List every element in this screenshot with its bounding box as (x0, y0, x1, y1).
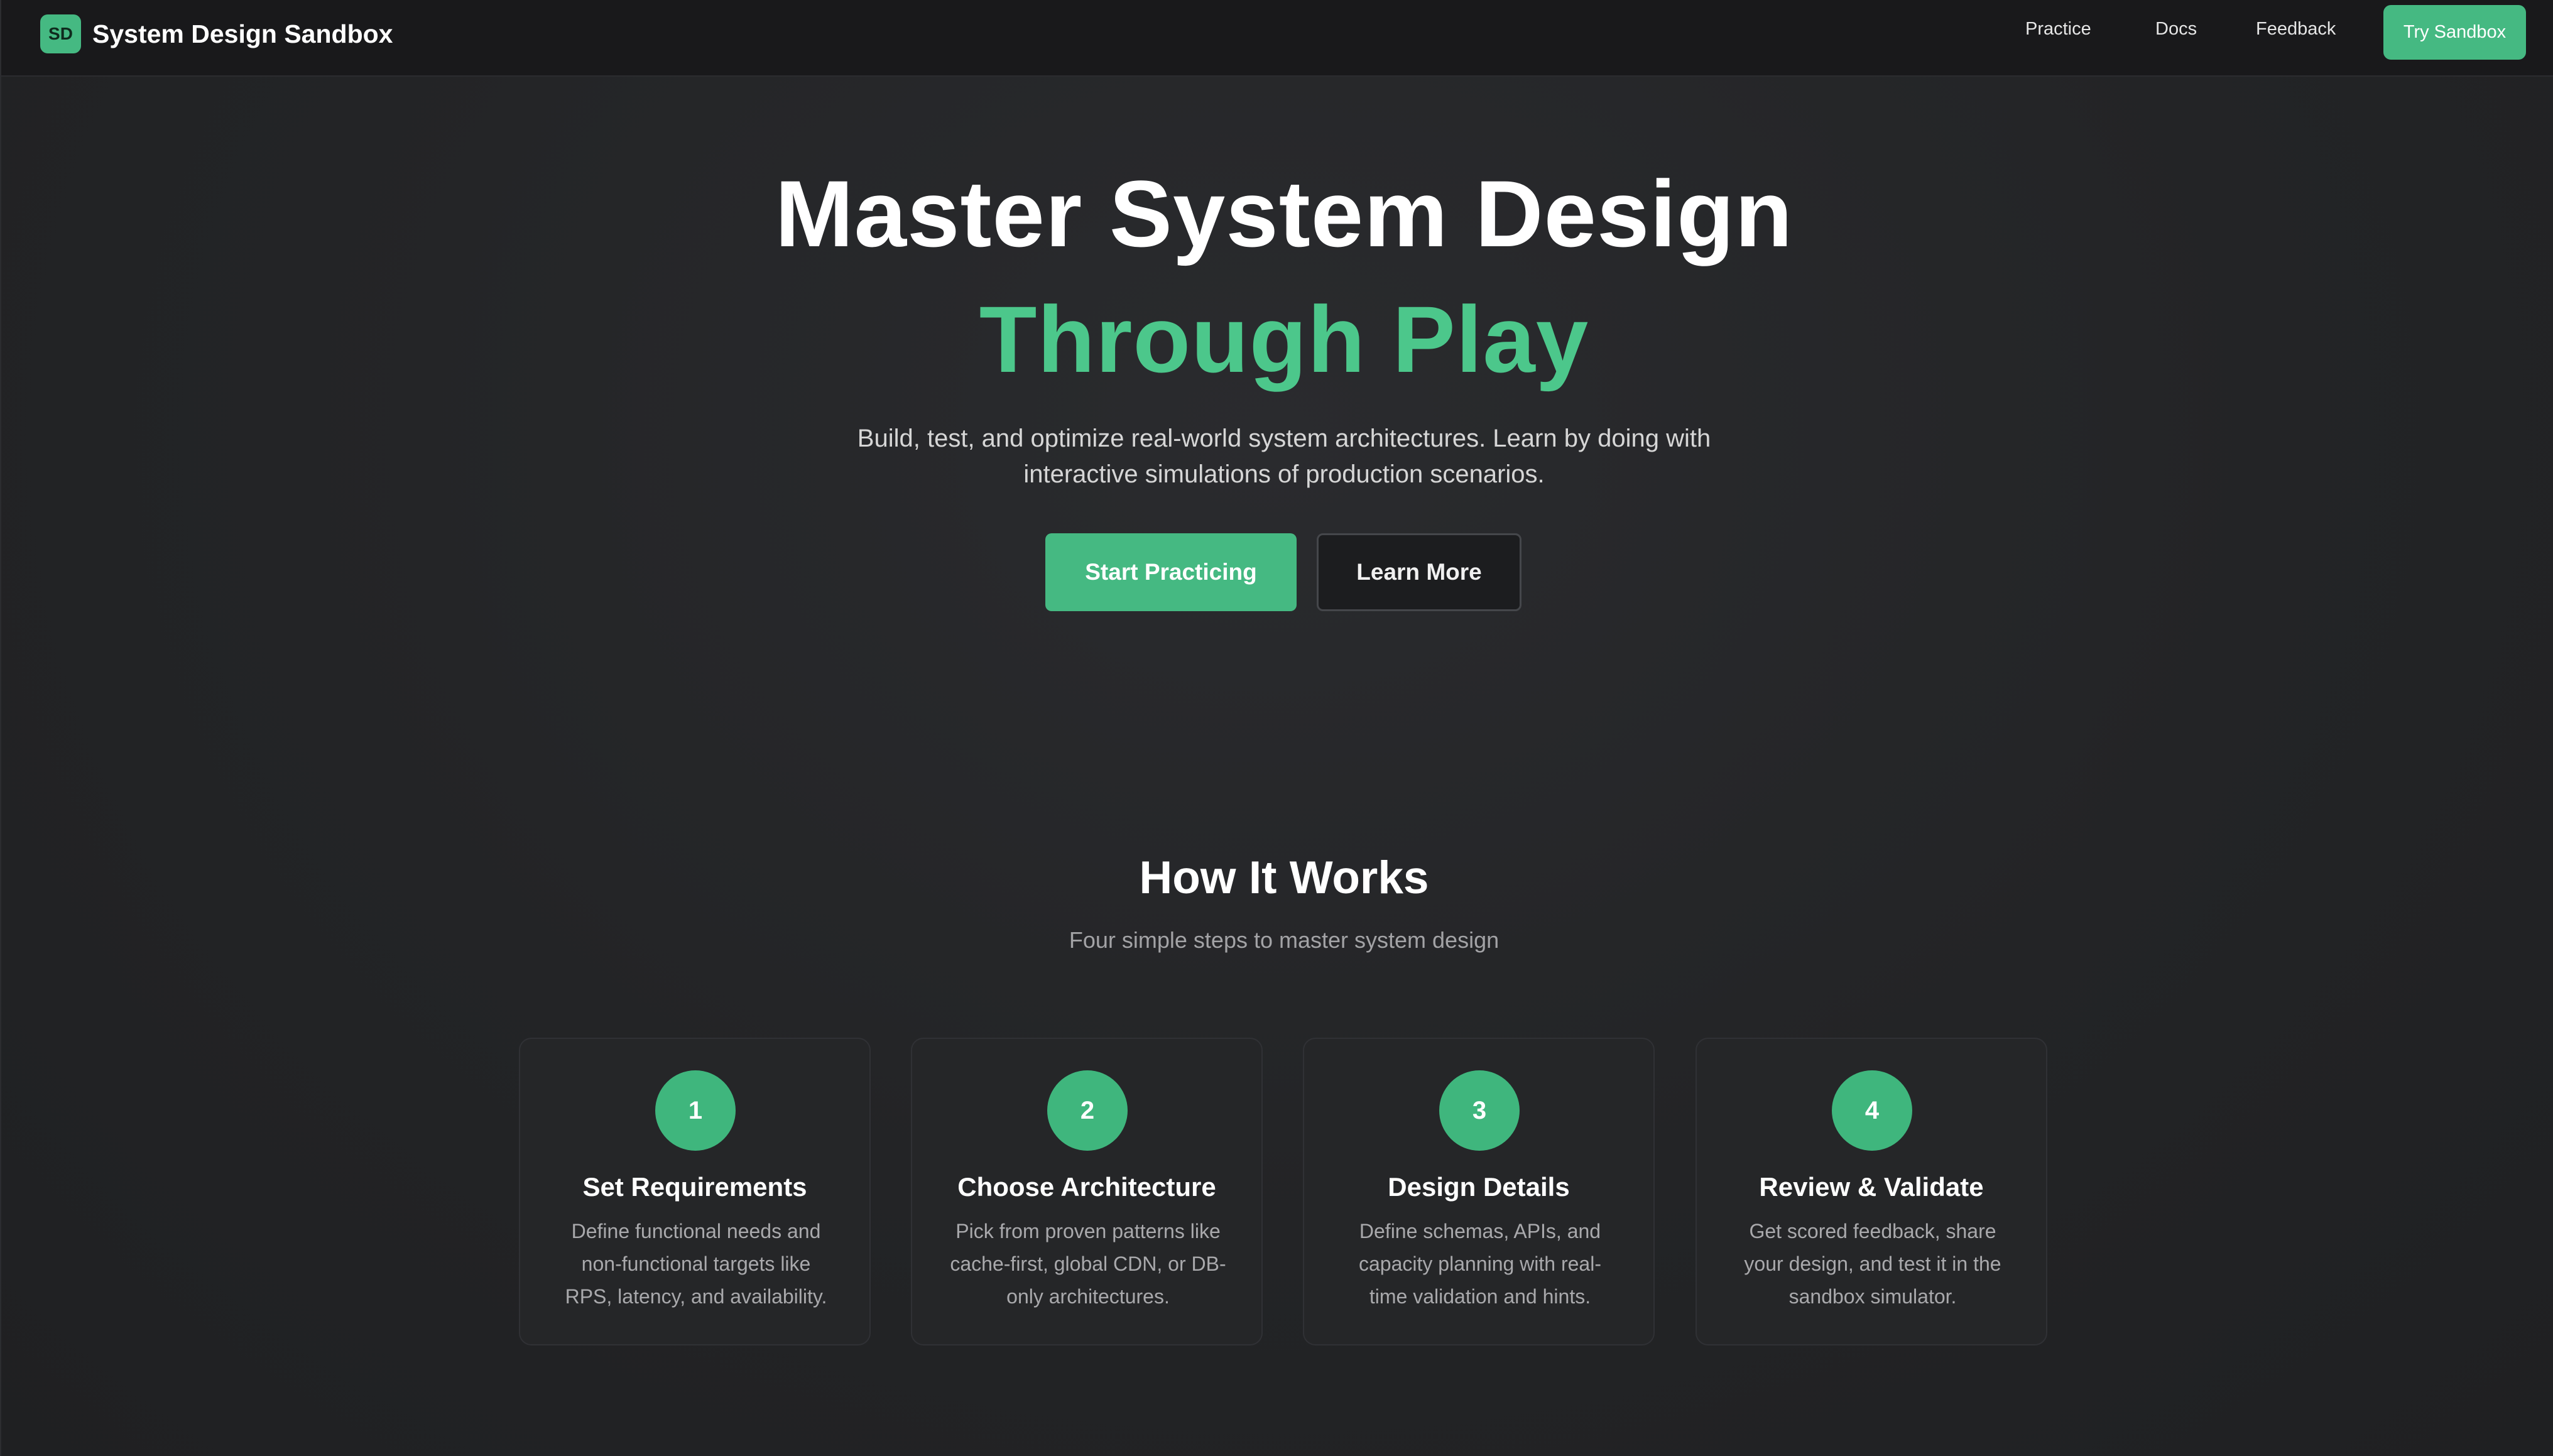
step-description-line: Define functional needs and (571, 1220, 821, 1242)
try-sandbox-button[interactable]: Try Sandbox (2383, 5, 2526, 60)
hero-title-line1: Master System Design (775, 161, 1794, 266)
step-description: Get scored feedback, share your design, … (1728, 1215, 2017, 1313)
step-description: Pick from proven patterns like cache-fir… (944, 1215, 1233, 1313)
logo-badge[interactable]: SD (40, 14, 81, 53)
step-card-2: 2 Choose Architecture Pick from proven p… (911, 1038, 1263, 1345)
step-title: Choose Architecture (957, 1172, 1216, 1202)
brand-name[interactable]: System Design Sandbox (92, 16, 393, 52)
step-card-1: 1 Set Requirements Define functional nee… (519, 1038, 871, 1345)
step-description-line: cache-first, global CDN, or DB- (950, 1252, 1226, 1275)
step-description-line: time validation and hints. (1369, 1285, 1591, 1308)
step-number-badge: 2 (1047, 1070, 1128, 1151)
hero-subtitle-line2: interactive simulations of production sc… (1023, 460, 1545, 488)
start-practicing-button[interactable]: Start Practicing (1045, 533, 1297, 611)
step-description-line: only architectures. (1006, 1285, 1170, 1308)
step-card-3: 3 Design Details Define schemas, APIs, a… (1303, 1038, 1655, 1345)
step-description-line: non-functional targets like (581, 1252, 811, 1275)
section-title: How It Works (1139, 852, 1429, 903)
top-nav: SD System Design Sandbox Practice Docs F… (1, 0, 2553, 77)
hero-subtitle-line1: Build, test, and optimize real-world sys… (857, 425, 1711, 452)
step-description-line: RPS, latency, and availability. (565, 1285, 827, 1308)
step-description-line: sandbox simulator. (1788, 1285, 1957, 1308)
nav-link-docs[interactable]: Docs (2155, 16, 2197, 41)
step-description-line: capacity planning with real- (1359, 1252, 1601, 1275)
step-description: Define schemas, APIs, and capacity plann… (1336, 1215, 1625, 1313)
step-title: Design Details (1388, 1172, 1570, 1202)
step-description: Define functional needs and non-function… (552, 1215, 841, 1313)
step-title: Review & Validate (1759, 1172, 1984, 1202)
landing-page: SD System Design Sandbox Practice Docs F… (0, 0, 2553, 1456)
step-description-line: Define schemas, APIs, and (1359, 1220, 1601, 1242)
learn-more-button[interactable]: Learn More (1317, 533, 1521, 611)
step-number-badge: 3 (1439, 1070, 1520, 1151)
section-subtitle: Four simple steps to master system desig… (1069, 927, 1500, 953)
step-description-line: Get scored feedback, share (1749, 1220, 1996, 1242)
step-title: Set Requirements (582, 1172, 807, 1202)
step-card-4: 4 Review & Validate Get scored feedback,… (1696, 1038, 2047, 1345)
nav-link-practice[interactable]: Practice (2025, 16, 2091, 41)
hero-title-line2: Through Play (979, 286, 1589, 392)
step-number-badge: 1 (655, 1070, 736, 1151)
step-description-line: Pick from proven patterns like (955, 1220, 1221, 1242)
step-description-line: your design, and test it in the (1744, 1252, 2001, 1275)
hero-subtitle: Build, test, and optimize real-world sys… (818, 421, 1750, 492)
nav-link-feedback[interactable]: Feedback (2256, 16, 2336, 41)
step-number-badge: 4 (1832, 1070, 1912, 1151)
